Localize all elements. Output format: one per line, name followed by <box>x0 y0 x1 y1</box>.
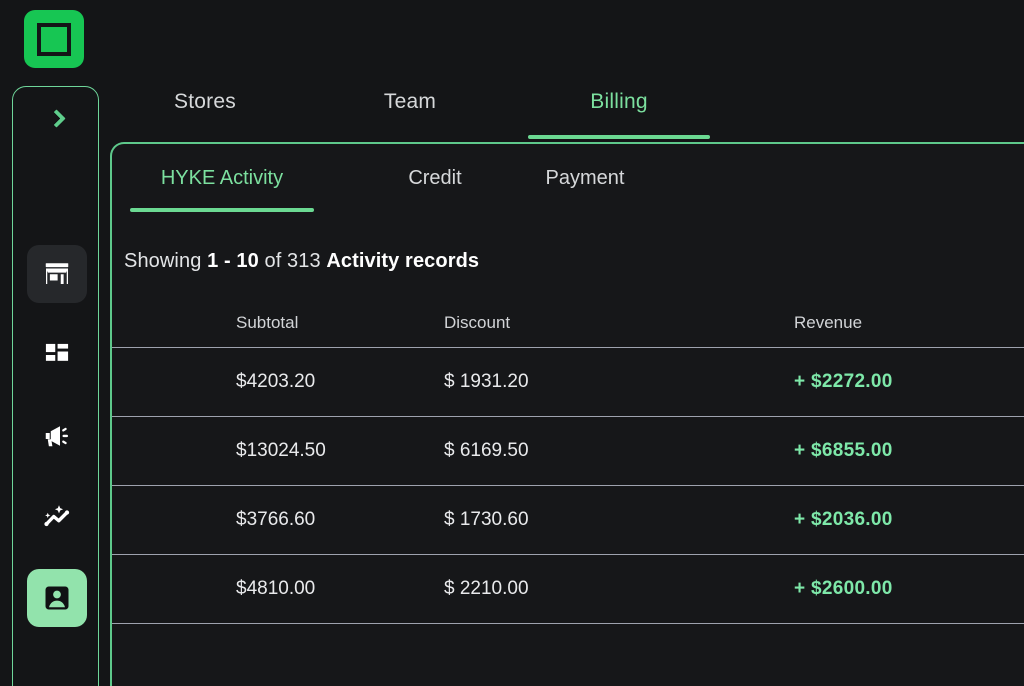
sidebar-item-dashboard-button[interactable] <box>27 326 87 384</box>
column-header-revenue: Revenue <box>794 313 863 332</box>
table-row[interactable]: $13024.50 $ 6169.50 + $6855.00 <box>112 416 1024 485</box>
storefront-icon <box>45 262 68 284</box>
sidebar-items <box>13 233 98 638</box>
tab-stores[interactable]: Stores <box>131 70 279 134</box>
cell-discount: $ 1931.20 <box>444 371 529 392</box>
hyke-logo[interactable] <box>24 10 84 68</box>
showing-prefix: Showing <box>124 250 208 272</box>
cell-subtotal: $4203.20 <box>236 371 316 392</box>
activity-table: Subtotal Discount Revenue $4203.20 $ 193… <box>112 299 1024 686</box>
showing-range-end: 10 <box>236 250 259 272</box>
showing-middle: of 313 <box>258 250 327 272</box>
sidebar-item-analytics-button[interactable] <box>27 488 87 546</box>
grid-dashboard-icon <box>45 343 68 361</box>
table-row[interactable] <box>112 623 1024 686</box>
cell-revenue: + $2036.00 <box>794 509 893 530</box>
sidebar-item-account[interactable] <box>13 557 98 638</box>
analytics-sparkle-icon <box>43 504 69 526</box>
cell-revenue: + $6855.00 <box>794 440 893 461</box>
sidebar-expand-button[interactable] <box>13 95 98 141</box>
cell-discount: $ 1730.60 <box>444 509 529 530</box>
tab-payment-label: Payment <box>545 166 625 189</box>
tab-credit[interactable]: Credit <box>374 144 496 212</box>
top-tabs: Stores Team Billing <box>110 70 1024 142</box>
showing-range-start: 1 - <box>207 250 237 272</box>
megaphone-icon <box>45 425 68 446</box>
tab-hyke-activity[interactable]: HYKE Activity <box>130 144 314 212</box>
cell-revenue: + $2272.00 <box>794 371 893 392</box>
cell-subtotal: $4810.00 <box>236 578 316 599</box>
tab-team-label: Team <box>383 90 437 113</box>
sidebar-item-campaigns[interactable] <box>13 395 98 476</box>
logo-inner-square <box>37 22 71 56</box>
table-row[interactable]: $4810.00 $ 2210.00 + $2600.00 <box>112 554 1024 623</box>
cell-subtotal: $13024.50 <box>236 440 326 461</box>
sidebar-item-stores-button[interactable] <box>26 244 87 303</box>
tab-stores-label: Stores <box>174 90 236 113</box>
account-card-icon <box>45 586 68 609</box>
tab-billing[interactable]: Billing <box>528 70 710 139</box>
tab-team[interactable]: Team <box>336 70 484 134</box>
app-root: Stores Team Billing HYKE Activity Credit… <box>0 0 1024 686</box>
showing-record-label: Activity records <box>326 250 480 272</box>
sidebar-rail <box>12 86 99 686</box>
table-row[interactable]: $4203.20 $ 1931.20 + $2272.00 <box>112 347 1024 416</box>
tab-credit-label: Credit <box>408 166 462 189</box>
sidebar-item-campaigns-button[interactable] <box>27 407 87 465</box>
table-header-row: Subtotal Discount Revenue <box>112 299 1024 347</box>
sidebar-item-dashboard[interactable] <box>13 314 98 395</box>
cell-discount: $ 2210.00 <box>444 578 529 599</box>
sidebar-item-account-button[interactable] <box>26 568 87 627</box>
cell-subtotal: $3766.60 <box>236 509 316 530</box>
billing-panel: HYKE Activity Credit Payment Showing 1 -… <box>110 142 1024 686</box>
results-count: Showing 1 - 10 of 313 Activity records <box>124 250 1024 273</box>
tab-billing-label: Billing <box>590 90 648 113</box>
table-row[interactable]: $3766.60 $ 1730.60 + $2036.00 <box>112 485 1024 554</box>
cell-discount: $ 6169.50 <box>444 440 529 461</box>
sidebar-item-analytics[interactable] <box>13 476 98 557</box>
logo-triangle-icon <box>42 27 66 51</box>
tab-payment[interactable]: Payment <box>510 144 660 212</box>
sidebar-item-stores[interactable] <box>13 233 98 314</box>
billing-sub-tabs: HYKE Activity Credit Payment <box>112 144 1024 222</box>
chevron-right-icon <box>47 108 66 128</box>
column-header-discount: Discount <box>444 313 511 332</box>
cell-revenue: + $2600.00 <box>794 578 893 599</box>
column-header-subtotal: Subtotal <box>236 313 299 332</box>
tab-hyke-activity-label: HYKE Activity <box>160 166 284 189</box>
